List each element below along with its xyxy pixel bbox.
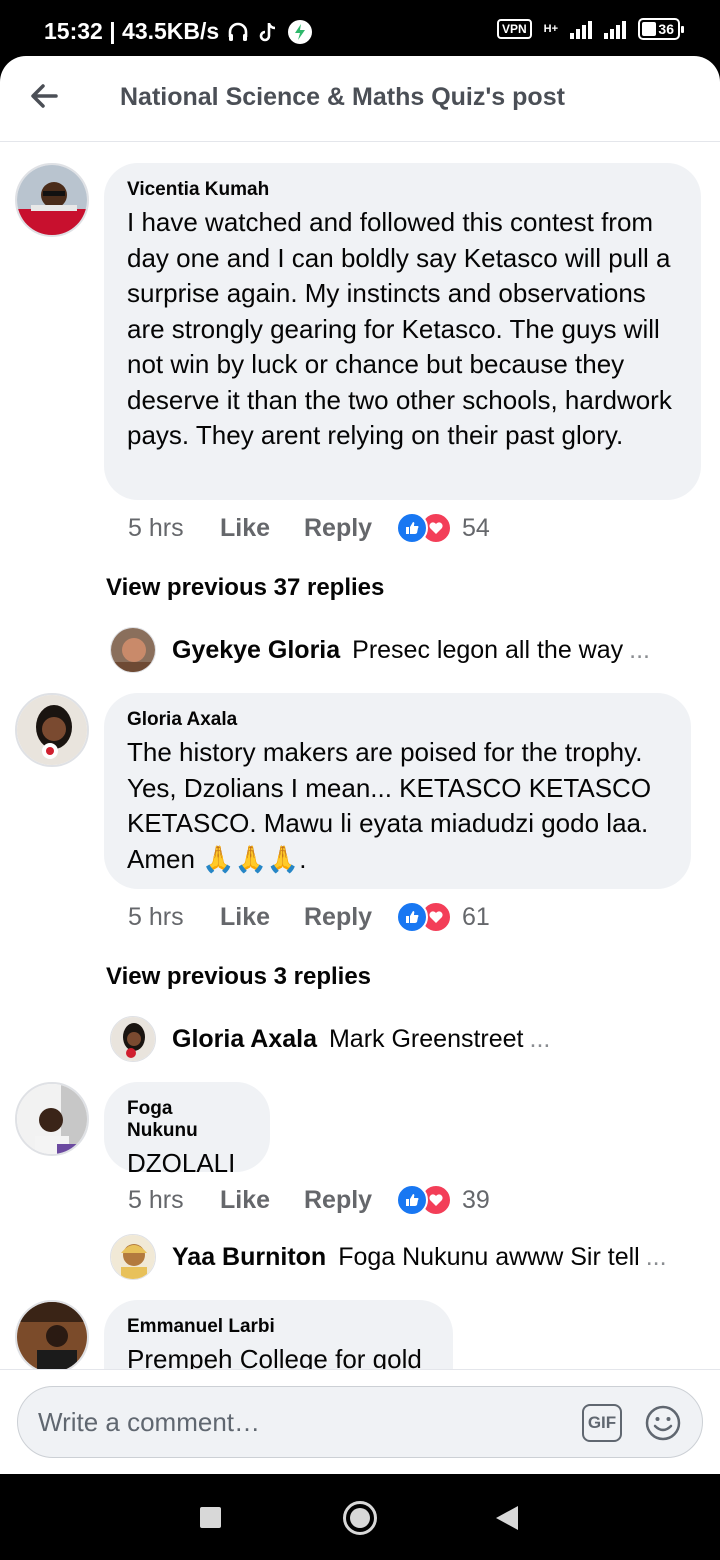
like-button[interactable]: Like <box>220 1186 304 1215</box>
status-bar: 15:32 | 43.5KB/s VPN H+ 36 <box>0 0 720 64</box>
gif-button[interactable]: GIF <box>582 1404 622 1442</box>
view-previous-replies[interactable]: View previous 3 replies <box>106 963 371 991</box>
status-time-speed: 15:32 | 43.5KB/s <box>44 18 220 44</box>
commenter-name[interactable]: Vicentia Kumah <box>127 179 677 201</box>
reaction-summary[interactable]: 54 <box>396 512 490 544</box>
battery-level: 36 <box>658 21 674 37</box>
emoji-icon[interactable] <box>644 1404 682 1442</box>
reply-more: ... <box>529 1024 551 1053</box>
comment-placeholder: Write a comment… <box>38 1407 261 1437</box>
like-reaction-icon <box>396 901 428 933</box>
comment-actions: 5 hrs Like Reply 39 <box>128 1184 490 1216</box>
comment-composer: Write a comment… GIF <box>0 1369 720 1474</box>
signal-bars-icon <box>604 19 626 39</box>
reply-preview[interactable]: Gyekye Gloria Presec legon all the way .… <box>110 627 690 673</box>
signal-bars-icon <box>570 19 592 39</box>
avatar[interactable] <box>15 1082 89 1156</box>
comment-time[interactable]: 5 hrs <box>128 514 220 543</box>
comment-text: DZOLALI <box>127 1148 236 1178</box>
home-circle-icon[interactable] <box>343 1501 377 1535</box>
avatar[interactable] <box>15 1300 89 1374</box>
reply-preview[interactable]: Yaa Burniton Foga Nukunu awww Sir tell .… <box>110 1234 690 1280</box>
reaction-summary[interactable]: 61 <box>396 901 490 933</box>
avatar[interactable] <box>110 627 156 673</box>
comment-bubble: Foga Nukunu DZOLALI <box>104 1082 270 1178</box>
view-previous-replies[interactable]: View previous 37 replies <box>106 574 384 602</box>
reply-text: Foga Nukunu awww Sir tell <box>338 1242 640 1271</box>
reaction-count: 39 <box>462 1185 490 1214</box>
back-arrow-icon[interactable] <box>26 76 66 116</box>
commenter-name[interactable]: Foga Nukunu <box>127 1098 246 1142</box>
comment-text: I have watched and followed this contest… <box>127 207 672 450</box>
reply-author[interactable]: Yaa Burniton <box>172 1243 326 1272</box>
comment-time[interactable]: 5 hrs <box>128 1186 220 1215</box>
reply-preview[interactable]: Gloria Axala Mark Greenstreet ... <box>110 1016 690 1062</box>
reply-author[interactable]: Gloria Axala <box>172 1025 317 1054</box>
comment-actions: 5 hrs Like Reply 61 <box>128 901 490 933</box>
reaction-summary[interactable]: 39 <box>396 1184 490 1216</box>
like-reaction-icon <box>396 1184 428 1216</box>
reply-more: ... <box>645 1242 667 1271</box>
like-reaction-icon <box>396 512 428 544</box>
system-nav-bar <box>0 1474 720 1560</box>
page-title: National Science & Maths Quiz's post <box>120 83 565 111</box>
comment-bubble: Vicentia Kumah I have watched and follow… <box>104 163 701 500</box>
comment-input[interactable]: Write a comment… GIF <box>17 1386 703 1458</box>
headphones-icon <box>228 22 248 41</box>
network-type: H+ <box>543 23 558 35</box>
commenter-name[interactable]: Emmanuel Larbi <box>127 1316 429 1338</box>
reply-button[interactable]: Reply <box>304 514 396 543</box>
reply-more: ... <box>629 635 650 664</box>
header: National Science & Maths Quiz's post <box>0 56 720 142</box>
app-notification-icon <box>288 19 313 44</box>
like-button[interactable]: Like <box>220 514 304 543</box>
reply-author[interactable]: Gyekye Gloria <box>172 636 340 665</box>
avatar[interactable] <box>110 1234 156 1280</box>
avatar[interactable] <box>15 163 89 237</box>
battery-icon: 36 <box>638 18 684 40</box>
avatar[interactable] <box>15 693 89 767</box>
app-window: National Science & Maths Quiz's post Vic… <box>0 56 720 1474</box>
reply-text: Presec legon all the way <box>352 635 624 664</box>
reaction-count: 54 <box>462 513 490 542</box>
tiktok-icon <box>259 22 276 41</box>
comment-text: The history makers are poised for the tr… <box>127 737 652 874</box>
vpn-badge: VPN <box>496 19 532 39</box>
recents-square-icon[interactable] <box>200 1507 221 1528</box>
reply-button[interactable]: Reply <box>304 1186 396 1215</box>
commenter-name[interactable]: Gloria Axala <box>127 709 667 731</box>
reply-text: Mark Greenstreet <box>328 1024 524 1053</box>
reaction-count: 61 <box>462 902 490 931</box>
comment-bubble: Gloria Axala The history makers are pois… <box>104 693 691 889</box>
back-triangle-icon[interactable] <box>496 1506 518 1530</box>
comment-actions: 5 hrs Like Reply 54 <box>128 512 490 544</box>
avatar[interactable] <box>110 1016 156 1062</box>
like-button[interactable]: Like <box>220 903 304 932</box>
reply-button[interactable]: Reply <box>304 903 396 932</box>
comment-time[interactable]: 5 hrs <box>128 903 220 932</box>
